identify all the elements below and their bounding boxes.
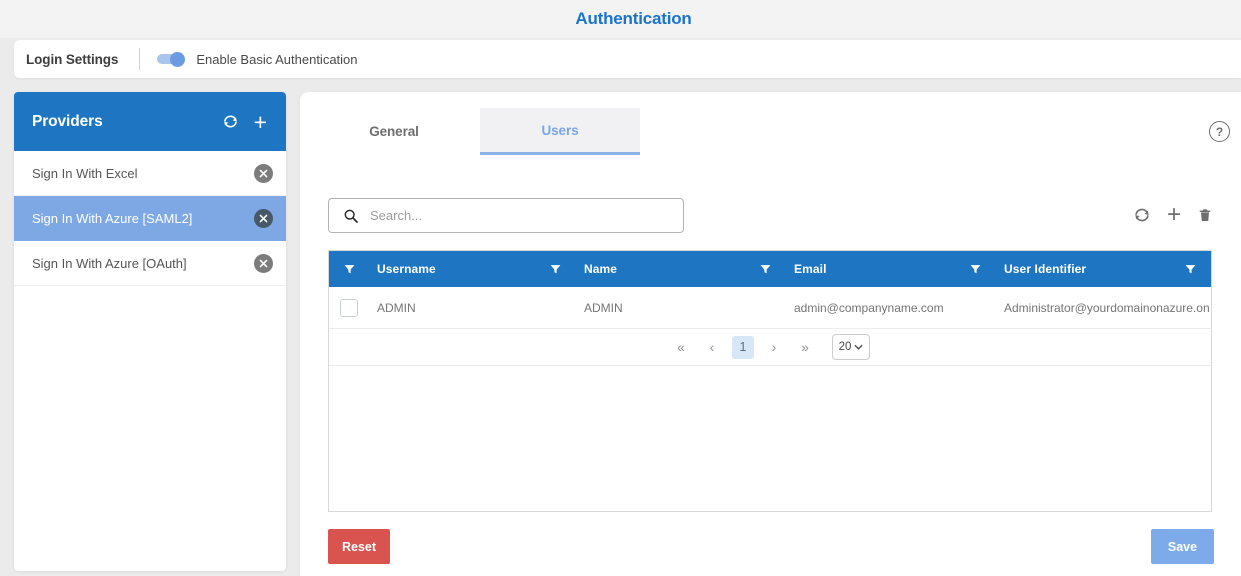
save-button[interactable]: Save (1151, 529, 1214, 564)
filter-icon[interactable] (969, 263, 982, 276)
filter-icon[interactable] (759, 263, 772, 276)
toggle-knob (170, 52, 185, 67)
providers-header: Providers + (14, 92, 286, 151)
remove-provider-icon[interactable] (254, 254, 273, 273)
column-header-email: Email (786, 251, 996, 287)
page-size-select[interactable]: 20 (832, 334, 870, 360)
pagination-next-button[interactable]: › (763, 339, 785, 355)
provider-label: Sign In With Excel (32, 166, 138, 181)
users-table: Username Name Email (328, 250, 1212, 512)
column-header-user-identifier: User Identifier (996, 251, 1211, 287)
delete-users-icon[interactable] (1197, 206, 1213, 224)
table-header-row: Username Name Email (329, 251, 1211, 287)
user-search-box (328, 198, 684, 233)
refresh-users-icon[interactable] (1133, 206, 1151, 224)
remove-provider-icon[interactable] (254, 209, 273, 228)
cell-email: admin@companyname.com (786, 301, 996, 315)
help-icon[interactable]: ? (1209, 121, 1230, 142)
refresh-providers-icon[interactable] (222, 113, 239, 130)
providers-panel: Providers + Sign In With Excel (14, 92, 286, 571)
provider-detail-panel: General Users ? (300, 92, 1241, 576)
login-settings-bar: Login Settings Enable Basic Authenticati… (14, 40, 1241, 78)
table-row[interactable]: ADMIN ADMIN admin@companyname.com Admini… (329, 287, 1211, 329)
search-input[interactable] (370, 208, 673, 223)
vertical-divider (139, 48, 140, 70)
chevron-down-icon (854, 344, 863, 350)
cell-user-identifier: Administrator@yourdomainonazure.on (996, 301, 1211, 315)
pagination-current-page[interactable]: 1 (732, 336, 754, 359)
row-select-cell (329, 299, 369, 317)
tab-users[interactable]: Users (480, 108, 640, 155)
add-provider-icon[interactable]: + (254, 113, 267, 131)
providers-title: Providers (32, 113, 103, 131)
reset-button[interactable]: Reset (328, 529, 390, 564)
cell-name: ADMIN (576, 301, 786, 315)
pagination-last-button[interactable]: » (794, 339, 816, 355)
row-checkbox[interactable] (340, 299, 358, 317)
remove-provider-icon[interactable] (254, 164, 273, 183)
provider-label: Sign In With Azure [OAuth] (32, 256, 187, 271)
select-all-header-cell (329, 251, 369, 287)
enable-basic-auth-toggle[interactable] (157, 54, 183, 64)
pagination-prev-button[interactable]: ‹ (701, 339, 723, 355)
provider-item-azure-saml2[interactable]: Sign In With Azure [SAML2] (14, 196, 286, 241)
page-header: Authentication (0, 0, 1241, 38)
page-title: Authentication (549, 9, 691, 29)
tab-general[interactable]: General (324, 108, 464, 155)
page-size-value: 20 (839, 341, 852, 353)
search-icon (343, 208, 359, 224)
pagination-bar: « ‹ 1 › » 20 (329, 329, 1211, 366)
provider-item-excel[interactable]: Sign In With Excel (14, 151, 286, 196)
user-table-actions: + (1133, 197, 1213, 233)
provider-item-azure-oauth[interactable]: Sign In With Azure [OAuth] (14, 241, 286, 286)
provider-label: Sign In With Azure [SAML2] (32, 211, 192, 226)
pagination-first-button[interactable]: « (670, 339, 692, 355)
filter-icon[interactable] (549, 263, 562, 276)
column-header-username: Username (369, 251, 576, 287)
login-settings-label: Login Settings (26, 52, 118, 67)
authentication-page: Authentication Login Settings Enable Bas… (0, 0, 1241, 576)
filter-icon[interactable] (1184, 263, 1197, 276)
filter-icon[interactable] (343, 263, 356, 276)
column-header-name: Name (576, 251, 786, 287)
add-user-icon[interactable]: + (1167, 206, 1181, 224)
enable-basic-auth-label: Enable Basic Authentication (196, 52, 357, 67)
cell-username: ADMIN (369, 301, 576, 315)
